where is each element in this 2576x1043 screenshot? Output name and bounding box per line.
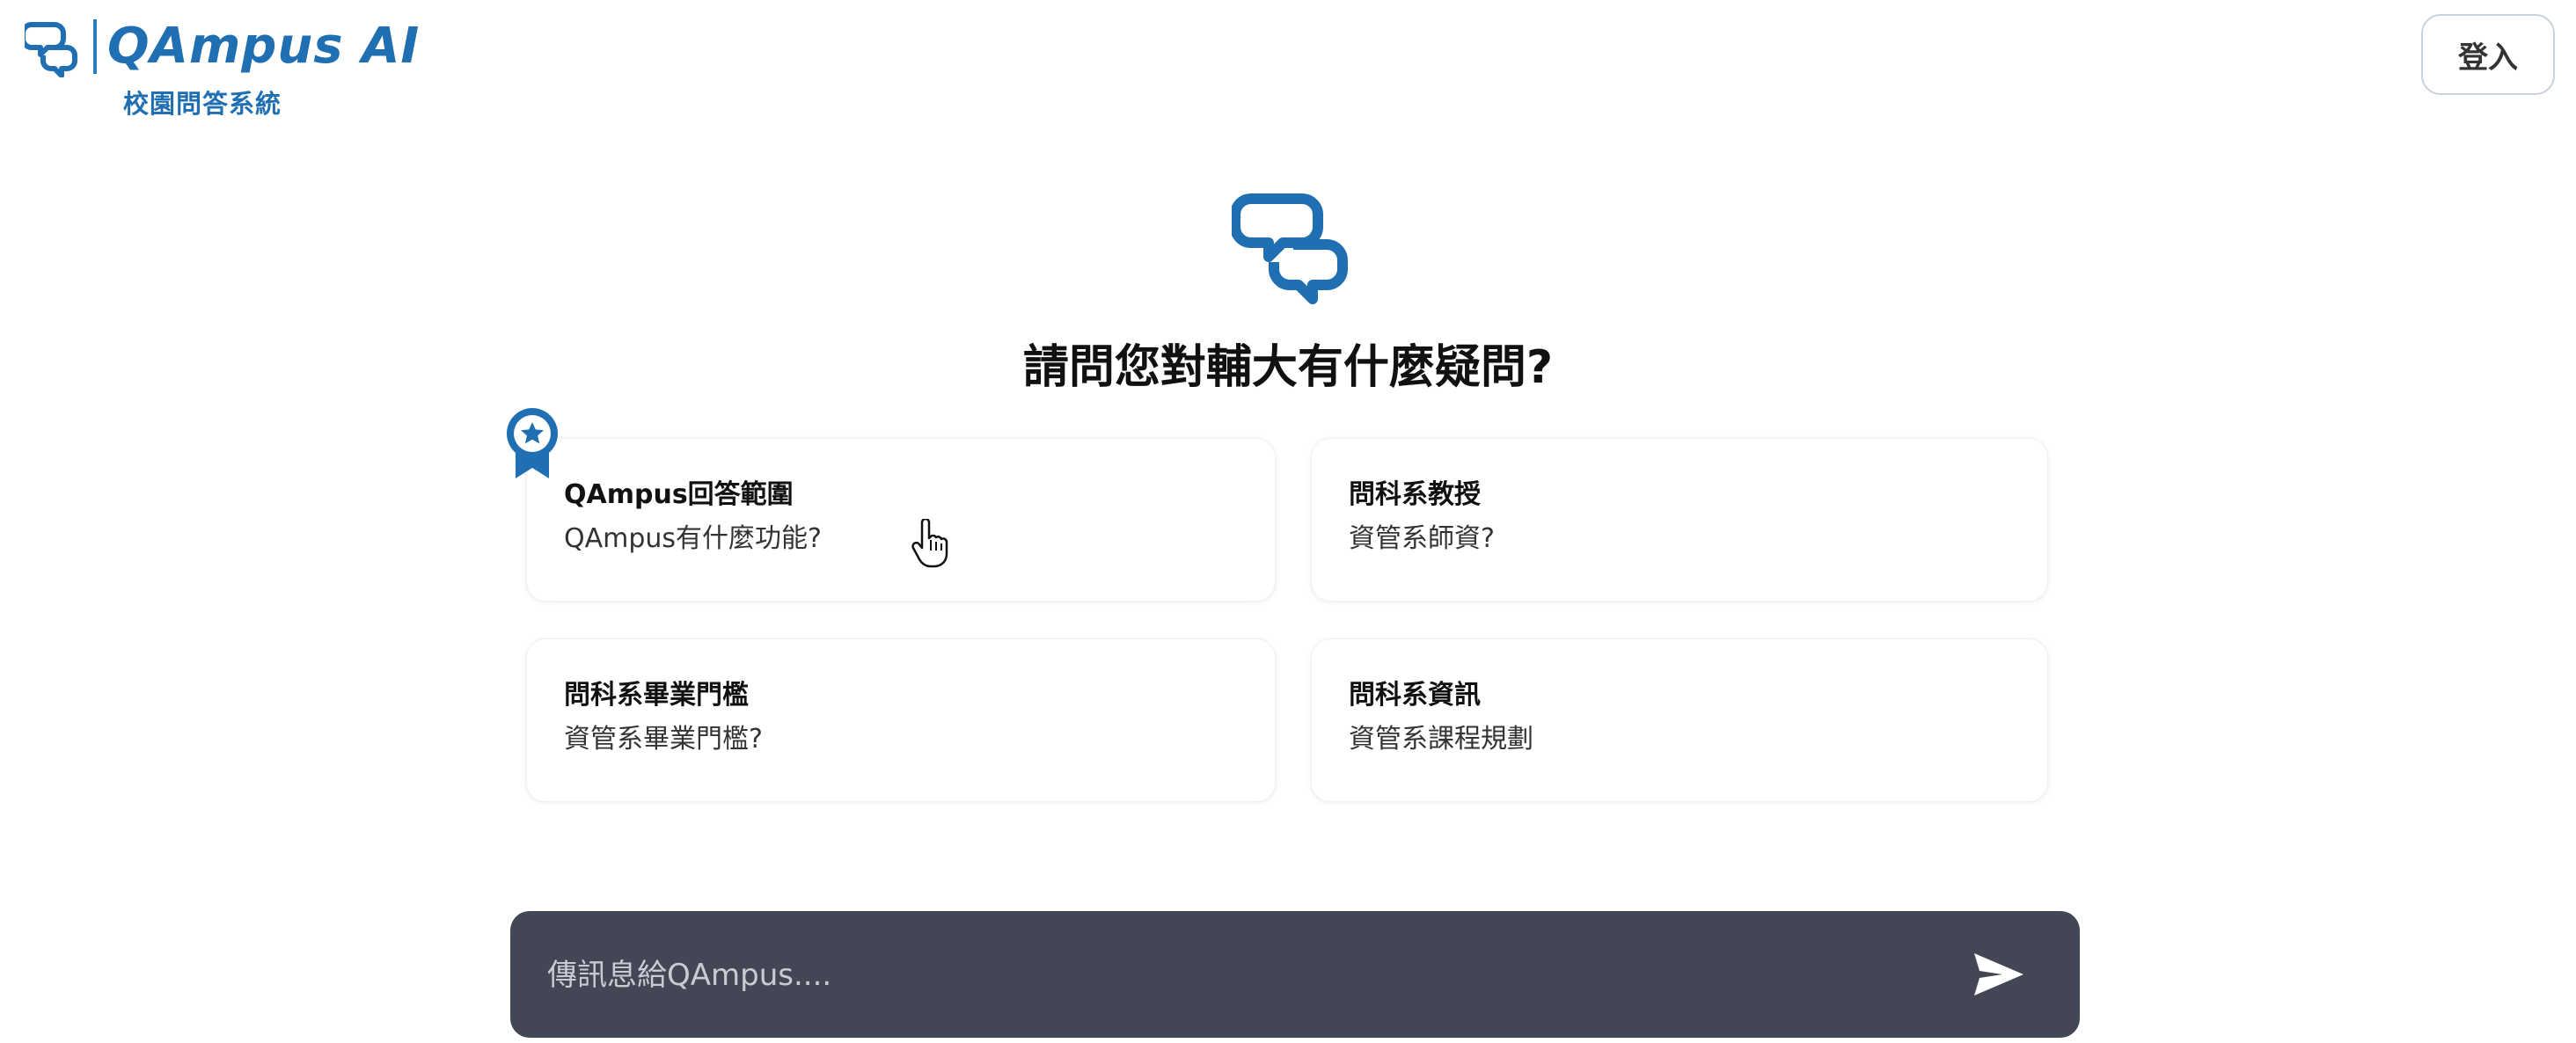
suggestion-title: QAmpus回答範圍 xyxy=(564,479,794,510)
suggestion-question: 資管系畢業門檻? xyxy=(564,724,763,755)
send-arrow-icon xyxy=(1974,953,2023,996)
send-button[interactable] xyxy=(1965,941,2032,1008)
app-name: QAmpus AI xyxy=(107,18,421,75)
suggestion-question: 資管系課程規劃 xyxy=(1349,724,1533,755)
logo-divider xyxy=(93,19,97,74)
chat-bubbles-icon xyxy=(25,22,77,77)
suggestion-card[interactable]: 問科系畢業門檻 資管系畢業門檻? xyxy=(526,638,1276,802)
page: QAmpus AI 校園問答系統 登入 請問您對輔大有什麼疑問? QAmpus回… xyxy=(0,0,2576,1043)
award-ribbon-icon xyxy=(507,408,558,478)
chat-bubbles-icon xyxy=(1232,193,1348,304)
suggestion-question: 資管系師資? xyxy=(1349,523,1495,554)
suggestion-title: 問科系畢業門檻 xyxy=(564,680,749,711)
hand-pointer-icon xyxy=(911,519,948,568)
message-input[interactable] xyxy=(545,943,1921,1008)
hero-title: 請問您對輔大有什麼疑問? xyxy=(1022,341,1554,394)
suggestion-title: 問科系資訊 xyxy=(1349,680,1481,711)
suggestion-title: 問科系教授 xyxy=(1349,479,1481,510)
suggestion-question: QAmpus有什麼功能? xyxy=(564,523,822,554)
chat-input-bar xyxy=(510,911,2080,1038)
brand-logo[interactable]: QAmpus AI 校園問答系統 xyxy=(25,16,419,121)
suggestion-card[interactable]: 問科系教授 資管系師資? xyxy=(1311,438,2048,602)
login-button[interactable]: 登入 xyxy=(2421,14,2555,95)
app-subtitle: 校園問答系統 xyxy=(123,89,282,119)
suggestion-card[interactable]: 問科系資訊 資管系課程規劃 xyxy=(1311,638,2048,802)
suggestion-card[interactable]: QAmpus回答範圍 QAmpus有什麼功能? xyxy=(526,438,1276,602)
